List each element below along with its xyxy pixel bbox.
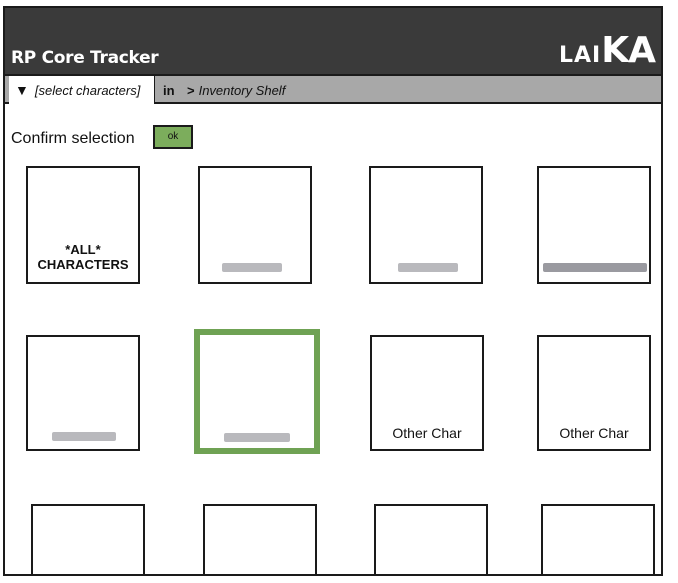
character-card[interactable] <box>374 504 488 574</box>
character-card[interactable] <box>198 166 312 284</box>
in-label: in <box>163 83 175 98</box>
ok-button[interactable]: ok <box>153 125 193 149</box>
character-card-other-char[interactable]: Other Char <box>537 335 651 451</box>
blurred-label <box>52 432 116 441</box>
character-card-other-char[interactable]: Other Char <box>370 335 484 451</box>
blurred-label <box>224 433 290 442</box>
character-selector-tab[interactable]: ▼ [select characters] <box>9 76 155 104</box>
blurred-label <box>543 263 647 272</box>
blurred-label <box>398 263 458 272</box>
character-card[interactable] <box>26 335 140 451</box>
logo-text-small: LAI <box>559 43 602 68</box>
character-card[interactable] <box>369 166 483 284</box>
breadcrumb-label: Inventory Shelf <box>198 83 286 98</box>
character-card[interactable] <box>541 504 655 574</box>
location-breadcrumb[interactable]: > Inventory Shelf <box>187 83 285 98</box>
filter-bar: ▼ [select characters] in > Inventory Shel… <box>5 74 661 104</box>
blurred-label <box>222 263 282 272</box>
character-card-all[interactable]: *ALL* CHARACTERS <box>26 166 140 284</box>
app-window: RP Core Tracker LAIKA ▼ [select characte… <box>3 6 663 576</box>
laika-logo: LAIKA <box>559 30 656 71</box>
breadcrumb-arrow: > <box>187 83 195 98</box>
triangle-down-icon: ▼ <box>15 82 29 98</box>
character-card[interactable] <box>537 166 651 284</box>
confirm-selection-label: Confirm selection <box>11 130 135 147</box>
card-label: Other Char <box>559 425 629 441</box>
card-label: Other Char <box>392 425 462 441</box>
logo-text-big: KA <box>601 30 656 71</box>
app-header: RP Core Tracker LAIKA <box>5 8 661 74</box>
card-label-line1: *ALL* <box>65 242 101 257</box>
card-label: *ALL* CHARACTERS <box>28 242 138 272</box>
character-card-selected[interactable] <box>194 329 320 454</box>
card-label-line2: CHARACTERS <box>37 257 129 272</box>
character-card[interactable] <box>203 504 317 574</box>
character-card[interactable] <box>31 504 145 574</box>
character-selector-label: [select characters] <box>34 82 141 98</box>
app-title: RP Core Tracker <box>11 48 159 68</box>
